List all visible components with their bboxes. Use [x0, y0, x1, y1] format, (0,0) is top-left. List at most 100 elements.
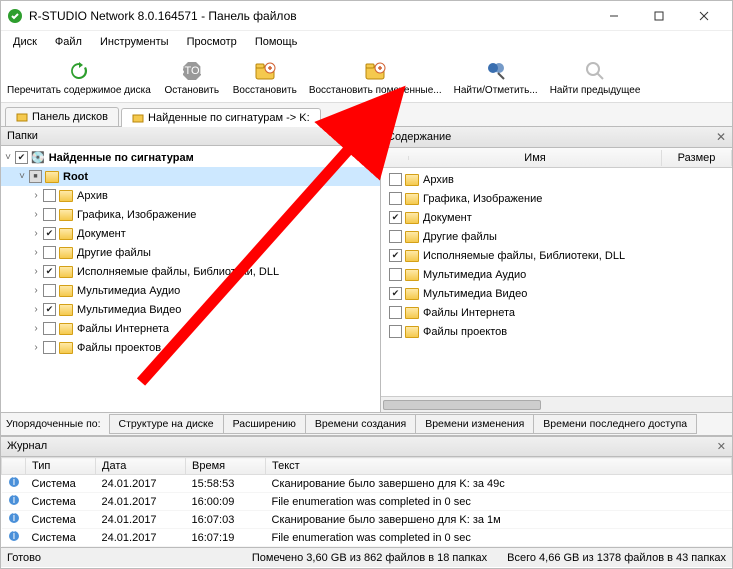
- horizontal-scrollbar[interactable]: [381, 396, 732, 412]
- toolbar-find-prev[interactable]: Найти предыдущее: [544, 55, 647, 101]
- contents-header: Содержание ✕: [381, 127, 732, 148]
- toolbar-label: Восстановить помеченные...: [309, 85, 442, 96]
- expand-icon[interactable]: ›: [29, 190, 43, 201]
- tree-row[interactable]: ›Графика, Изображение: [1, 205, 380, 224]
- list-item[interactable]: Мультимедиа Аудио: [381, 265, 732, 284]
- expand-icon[interactable]: ›: [29, 228, 43, 239]
- folder-icon: [59, 342, 73, 354]
- toolbar-recover-marked[interactable]: Восстановить помеченные...: [303, 55, 448, 101]
- folder-icon: [405, 174, 419, 186]
- log-col[interactable]: Время: [186, 458, 266, 475]
- checkbox[interactable]: [43, 208, 56, 221]
- expand-icon[interactable]: ˅: [1, 152, 15, 163]
- expand-icon[interactable]: ›: [29, 304, 43, 315]
- checkbox[interactable]: [389, 306, 402, 319]
- checkbox[interactable]: [43, 303, 56, 316]
- expand-icon[interactable]: ›: [29, 209, 43, 220]
- col-name[interactable]: Имя: [409, 150, 662, 166]
- checkbox[interactable]: [15, 151, 28, 164]
- log-row[interactable]: iСистема24.01.201716:07:03Сканирование б…: [2, 511, 732, 529]
- toolbar-recover[interactable]: Восстановить: [227, 55, 303, 101]
- checkbox[interactable]: [389, 268, 402, 281]
- expand-icon[interactable]: ›: [29, 323, 43, 334]
- sort-button[interactable]: Времени последнего доступа: [533, 414, 697, 434]
- maximize-button[interactable]: [636, 2, 681, 30]
- checkbox[interactable]: [43, 246, 56, 259]
- close-log-icon[interactable]: ✕: [717, 440, 726, 453]
- folder-tree[interactable]: ˅💽Найденные по сигнатурам˅Root›Архив›Гра…: [1, 146, 380, 412]
- menu-помощь[interactable]: Помощь: [247, 34, 306, 50]
- checkbox[interactable]: [43, 322, 56, 335]
- col-size[interactable]: Размер: [662, 150, 732, 166]
- log-row[interactable]: iСистема24.01.201716:07:19File enumerati…: [2, 529, 732, 547]
- expand-icon[interactable]: ›: [29, 247, 43, 258]
- menu-диск[interactable]: Диск: [5, 34, 45, 50]
- checkbox[interactable]: [389, 173, 402, 186]
- checkbox[interactable]: [43, 265, 56, 278]
- checkbox[interactable]: [43, 284, 56, 297]
- list-item[interactable]: Документ: [381, 208, 732, 227]
- menu-просмотр[interactable]: Просмотр: [179, 34, 245, 50]
- log-row[interactable]: iСистема24.01.201716:00:09File enumerati…: [2, 493, 732, 511]
- list-item[interactable]: Архив: [381, 170, 732, 189]
- tree-row[interactable]: ›Файлы Интернета: [1, 319, 380, 338]
- log-col[interactable]: Тип: [26, 458, 96, 475]
- tree-row[interactable]: ˅Root: [1, 167, 380, 186]
- log-text: Сканирование было завершено для K: за 1м: [266, 511, 732, 529]
- tree-label: Документ: [77, 228, 126, 240]
- checkbox[interactable]: [389, 325, 402, 338]
- contents-list[interactable]: АрхивГрафика, ИзображениеДокументДругие …: [381, 168, 732, 412]
- tab-label: Найденные по сигнатурам -> K:: [148, 112, 310, 124]
- toolbar-find[interactable]: Найти/Отметить...: [448, 55, 544, 101]
- folder-icon: [405, 326, 419, 338]
- checkbox[interactable]: [43, 341, 56, 354]
- toolbar-refresh[interactable]: Перечитать содержимое диска: [1, 55, 157, 101]
- list-item[interactable]: Мультимедиа Видео: [381, 284, 732, 303]
- menu-файл[interactable]: Файл: [47, 34, 90, 50]
- col-check[interactable]: [381, 156, 409, 160]
- list-item[interactable]: Графика, Изображение: [381, 189, 732, 208]
- checkbox[interactable]: [43, 189, 56, 202]
- checkbox[interactable]: [29, 170, 42, 183]
- expand-icon[interactable]: ›: [29, 342, 43, 353]
- log-col[interactable]: Текст: [266, 458, 732, 475]
- close-pane-icon[interactable]: ✕: [716, 130, 726, 144]
- minimize-button[interactable]: [591, 2, 636, 30]
- find-prev-icon: [583, 59, 607, 83]
- menu-bar: ДискФайлИнструментыПросмотрПомощь: [1, 31, 732, 53]
- expand-icon[interactable]: ›: [29, 266, 43, 277]
- log-col[interactable]: Дата: [96, 458, 186, 475]
- tree-row[interactable]: ›Архив: [1, 186, 380, 205]
- checkbox[interactable]: [43, 227, 56, 240]
- title-bar: R-STUDIO Network 8.0.164571 - Панель фай…: [1, 1, 732, 31]
- checkbox[interactable]: [389, 249, 402, 262]
- tree-row[interactable]: ›Мультимедиа Аудио: [1, 281, 380, 300]
- checkbox[interactable]: [389, 287, 402, 300]
- menu-инструменты[interactable]: Инструменты: [92, 34, 177, 50]
- list-item[interactable]: Исполняемые файлы, Библиотеки, DLL: [381, 246, 732, 265]
- sort-button[interactable]: Времени изменения: [415, 414, 534, 434]
- tab[interactable]: Панель дисков: [5, 107, 119, 126]
- list-item[interactable]: Другие файлы: [381, 227, 732, 246]
- sort-button[interactable]: Времени создания: [305, 414, 416, 434]
- expand-icon[interactable]: ˅: [15, 171, 29, 182]
- sort-button[interactable]: Расширению: [223, 414, 306, 434]
- tree-row[interactable]: ›Другие файлы: [1, 243, 380, 262]
- toolbar-stop[interactable]: STOPОстановить: [157, 55, 227, 101]
- checkbox[interactable]: [389, 230, 402, 243]
- expand-icon[interactable]: ›: [29, 285, 43, 296]
- tree-row[interactable]: ›Исполняемые файлы, Библиотеки, DLL: [1, 262, 380, 281]
- list-item[interactable]: Файлы Интернета: [381, 303, 732, 322]
- log-table: ТипДатаВремяТекст iСистема24.01.201715:5…: [1, 457, 732, 547]
- tree-row[interactable]: ˅💽Найденные по сигнатурам: [1, 148, 380, 167]
- checkbox[interactable]: [389, 211, 402, 224]
- close-button[interactable]: [681, 2, 726, 30]
- tree-row[interactable]: ›Файлы проектов: [1, 338, 380, 357]
- checkbox[interactable]: [389, 192, 402, 205]
- tree-row[interactable]: › Документ: [1, 224, 380, 243]
- sort-button[interactable]: Структуре на диске: [109, 414, 224, 434]
- tree-row[interactable]: ›Мультимедиа Видео: [1, 300, 380, 319]
- list-item[interactable]: Файлы проектов: [381, 322, 732, 341]
- tab[interactable]: Найденные по сигнатурам -> K:: [121, 108, 321, 127]
- log-row[interactable]: iСистема24.01.201715:58:53Сканирование б…: [2, 475, 732, 493]
